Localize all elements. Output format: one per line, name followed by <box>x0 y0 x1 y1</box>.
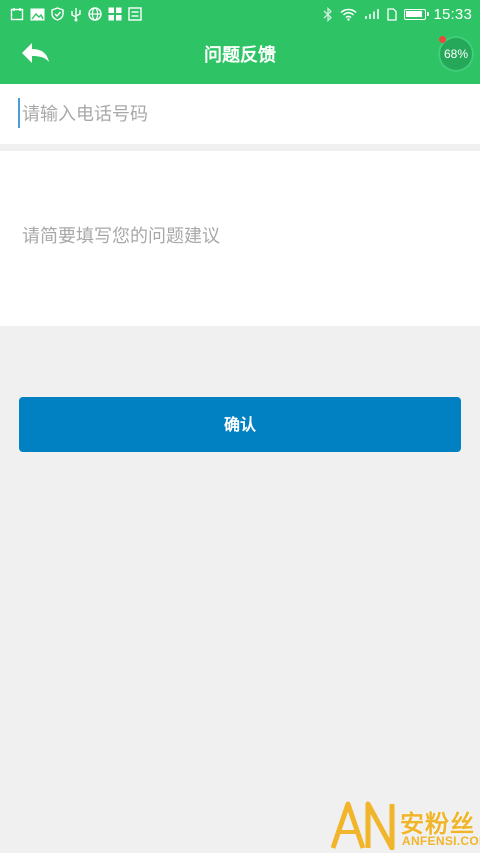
phone-input-row <box>0 84 480 144</box>
watermark-logo: 安粉丝 ANFENSI.COM <box>330 800 480 850</box>
battery-icon <box>404 8 430 20</box>
status-bar-notifications <box>10 5 142 23</box>
signal-icon <box>364 8 380 20</box>
calendar-icon <box>10 7 24 21</box>
status-time: 15:33 <box>433 5 472 23</box>
globe-icon <box>88 7 102 21</box>
wifi-icon <box>340 8 357 21</box>
status-bar: 15:33 <box>0 0 480 28</box>
phone-number-input[interactable] <box>18 84 472 144</box>
status-bar-system: 15:33 <box>323 4 472 24</box>
page-title: 问题反馈 <box>204 45 276 66</box>
suggestion-textarea[interactable] <box>22 151 462 326</box>
text-cursor <box>18 98 20 128</box>
sync-icon <box>128 7 142 21</box>
image-icon <box>30 8 45 21</box>
app-bar: 问题反馈 68% <box>0 28 480 84</box>
usb-icon <box>70 7 82 22</box>
apps-icon <box>108 7 122 21</box>
suggestion-box <box>0 151 480 326</box>
notification-dot <box>439 36 446 43</box>
confirm-button[interactable]: 确认 <box>19 397 461 452</box>
shield-icon <box>51 7 64 21</box>
watermark-en-text: ANFENSI.COM <box>402 834 480 848</box>
sim-icon <box>387 7 398 21</box>
bluetooth-icon <box>323 6 333 22</box>
an-logo-icon <box>330 801 395 850</box>
